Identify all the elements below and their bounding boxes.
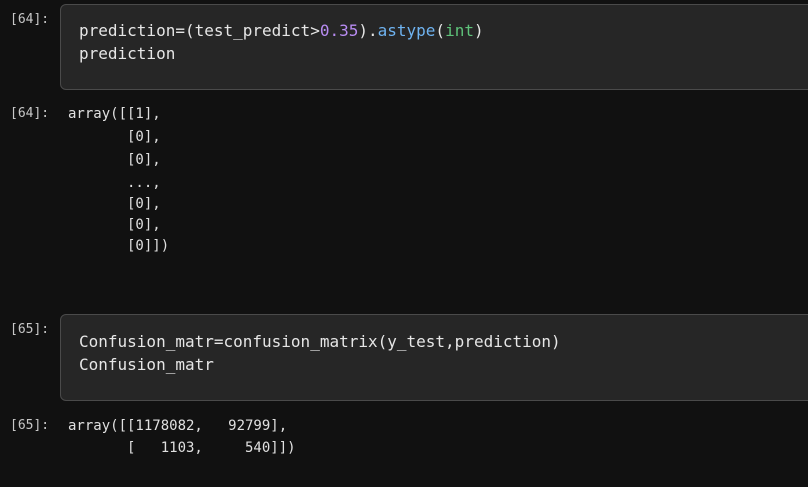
output-line: [0], bbox=[68, 129, 161, 145]
cell-64-code-line-2: prediction bbox=[79, 44, 176, 63]
output-line: [0], bbox=[68, 196, 161, 212]
output-line: [0]]) bbox=[68, 238, 170, 254]
cell-64-code-editor[interactable]: prediction=(test_predict>0.35).astype(in… bbox=[60, 4, 808, 90]
cell-65-code-editor[interactable]: Confusion_matr=confusion_matrix(y_test,p… bbox=[60, 314, 808, 401]
cell-65-output-prompt: [65]: bbox=[10, 418, 50, 433]
output-line: [ 1103, 540]]) bbox=[68, 440, 296, 456]
cell-64-code-line-1: prediction=(test_predict>0.35).astype(in… bbox=[79, 21, 484, 40]
cell-64-input-prompt: [64]: bbox=[10, 12, 50, 27]
cell-65-code-line-2: Confusion_matr bbox=[79, 355, 214, 374]
output-line: [0], bbox=[68, 217, 161, 233]
output-line: [0], bbox=[68, 152, 161, 168]
code-token: prediction=(test_predict> bbox=[79, 21, 320, 40]
code-token: ( bbox=[435, 21, 446, 40]
code-builtin-token: int bbox=[445, 21, 474, 40]
code-number-token: 0.35 bbox=[319, 21, 359, 40]
cell-65-input-prompt: [65]: bbox=[10, 322, 50, 337]
code-token: ) bbox=[473, 21, 484, 40]
cell-65-code-line-1: Confusion_matr=confusion_matrix(y_test,p… bbox=[79, 332, 561, 351]
output-line: array([[1], bbox=[68, 106, 161, 122]
cell-64-output-prompt: [64]: bbox=[10, 106, 50, 121]
output-line: array([[1178082, 92799], bbox=[68, 418, 288, 434]
code-token: ). bbox=[358, 21, 378, 40]
output-line: ..., bbox=[68, 175, 161, 191]
code-method-token: astype bbox=[377, 21, 436, 40]
